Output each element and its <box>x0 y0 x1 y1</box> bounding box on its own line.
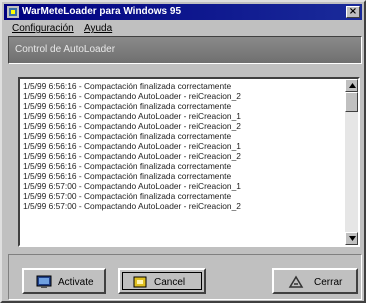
log-line: 1/5/99 6:56:16 - Compactación finalizada… <box>23 81 232 91</box>
window-title: WarMeteLoader para Windows 95 <box>22 6 182 17</box>
log-line: 1/5/99 6:57:00 - Compactando AutoLoader … <box>23 181 241 191</box>
scroll-thumb[interactable] <box>345 92 358 112</box>
log-line: 1/5/99 6:56:16 - Compactando AutoLoader … <box>23 91 241 101</box>
close-label: Cerrar <box>314 277 343 288</box>
log-line: 1/5/99 6:57:00 - Compactando AutoLoader … <box>23 201 241 211</box>
main-window: WarMeteLoader para Windows 95 × Configur… <box>0 0 366 303</box>
menu-bar: Configuración Ayuda <box>6 22 360 36</box>
scroll-up-button[interactable] <box>345 79 358 92</box>
scroll-down-button[interactable] <box>345 232 358 245</box>
menu-item-configuracion[interactable]: Configuración <box>12 23 74 34</box>
close-dialog-button[interactable]: Cerrar <box>272 268 358 294</box>
activate-button[interactable]: Activate <box>22 268 106 294</box>
activate-label: Activate <box>58 277 94 288</box>
autoloader-panel-header: Control de AutoLoader <box>8 36 362 64</box>
cancel-button[interactable]: Cancel <box>118 268 206 294</box>
log-line: 1/5/99 6:56:16 - Compactando AutoLoader … <box>23 121 241 131</box>
title-bar[interactable]: WarMeteLoader para Windows 95 × <box>4 4 362 20</box>
log-line: 1/5/99 6:57:00 - Compactación finalizada… <box>23 191 232 201</box>
close-icon: × <box>348 6 358 17</box>
cancel-label: Cancel <box>154 277 186 288</box>
exit-icon <box>288 275 304 288</box>
log-line: 1/5/99 6:56:16 - Compactando AutoLoader … <box>23 141 241 151</box>
menu-item-ayuda[interactable]: Ayuda <box>84 23 112 34</box>
close-button[interactable]: × <box>346 6 360 18</box>
vertical-scrollbar[interactable] <box>345 79 358 245</box>
log-line: 1/5/99 6:56:16 - Compactación finalizada… <box>23 131 232 141</box>
arrow-up-icon <box>349 83 356 88</box>
app-icon <box>7 6 19 18</box>
cancel-icon <box>133 276 147 288</box>
log-line: 1/5/99 6:56:16 - Compactando AutoLoader … <box>23 111 241 121</box>
log-line: 1/5/99 6:56:16 - Compactación finalizada… <box>23 161 232 171</box>
log-line: 1/5/99 6:56:16 - Compactación finalizada… <box>23 101 232 111</box>
log-line: 1/5/99 6:56:16 - Compactando AutoLoader … <box>23 151 241 161</box>
log-list[interactable]: 1/5/99 6:56:16 - Compactación finalizada… <box>18 77 360 247</box>
arrow-down-icon <box>349 236 356 241</box>
panel-title: Control de AutoLoader <box>15 44 116 55</box>
log-line: 1/5/99 6:56:16 - Compactación finalizada… <box>23 171 232 181</box>
activate-icon <box>36 275 52 288</box>
